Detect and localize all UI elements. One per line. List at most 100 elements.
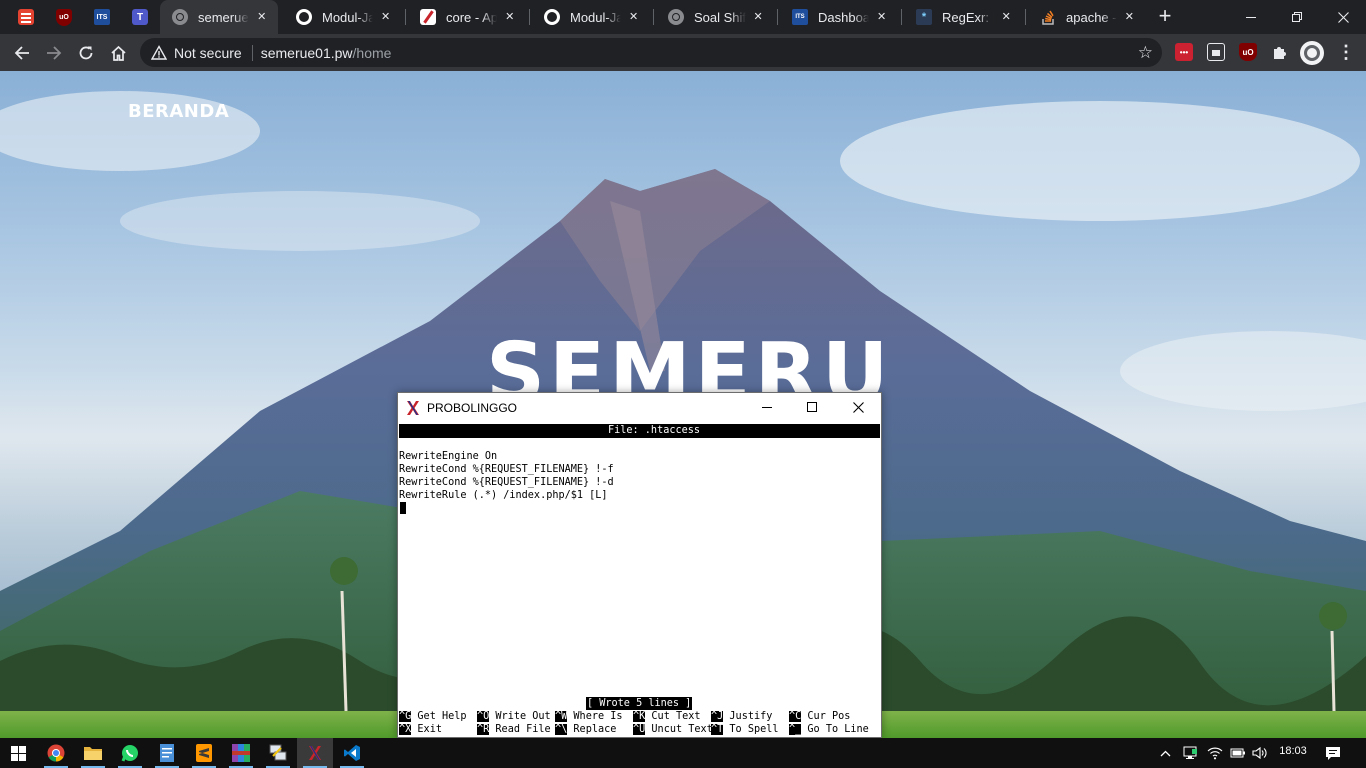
taskbar-file-explorer[interactable] xyxy=(75,738,111,768)
address-bar[interactable]: Not secure semerue01.pw/home ☆ xyxy=(140,38,1162,67)
start-button[interactable] xyxy=(0,738,36,768)
window-minimize-button[interactable] xyxy=(1228,0,1274,34)
apache-feather-icon xyxy=(420,9,436,25)
tab-close-icon[interactable]: ✕ xyxy=(875,9,888,25)
nav-item-beranda[interactable]: BERANDA xyxy=(128,101,229,122)
file-line-3: RewriteCond %{REQUEST_FILENAME} !-f xyxy=(399,464,614,475)
tab-close-icon[interactable]: ✕ xyxy=(627,9,640,25)
tab-separator xyxy=(901,9,902,25)
taskbar-clock[interactable]: 18:03 xyxy=(1272,745,1314,757)
terminal-titlebar[interactable]: PROBOLINGGO xyxy=(398,393,881,422)
globe-icon xyxy=(668,9,684,25)
sublime-icon xyxy=(196,744,212,762)
home-icon xyxy=(110,45,126,61)
pinned-tab-todoist[interactable] xyxy=(14,5,38,29)
home-button[interactable] xyxy=(104,39,132,67)
puzzle-icon[interactable] xyxy=(1271,43,1289,61)
shortcut-justify: ^J Justify xyxy=(711,711,773,722)
tray-overflow-chevron-icon[interactable] xyxy=(1156,738,1174,768)
close-icon xyxy=(852,401,864,413)
window-close-button[interactable] xyxy=(1320,0,1366,34)
pinned-tab-teams[interactable]: T xyxy=(128,5,152,29)
file-line-4: RewriteCond %{REQUEST_FILENAME} !-d xyxy=(399,477,614,488)
tab-title: Modul-Jark xyxy=(570,9,622,25)
reload-button[interactable] xyxy=(72,39,100,67)
tab-close-icon[interactable]: ✕ xyxy=(379,9,392,25)
taskbar-notepad[interactable] xyxy=(149,738,185,768)
back-button[interactable] xyxy=(8,39,36,67)
xming-icon xyxy=(309,746,321,760)
text-cursor xyxy=(400,502,406,514)
shortcut-get-help: ^G Get Help xyxy=(399,711,467,722)
browser-tab[interactable]: semerue01 ✕ xyxy=(160,0,278,34)
tab-title: Modul-Jark xyxy=(322,9,374,25)
tab-title: apache - h xyxy=(1066,9,1117,25)
forward-button[interactable] xyxy=(40,39,68,67)
tab-close-icon[interactable]: ✕ xyxy=(1123,9,1136,25)
nano-status-message: [ Wrote 5 lines ] xyxy=(586,697,693,710)
browser-tab[interactable]: Modul-Jark ✕ xyxy=(284,0,402,34)
profile-avatar[interactable] xyxy=(1300,41,1324,65)
tab-title: Soal Shift M xyxy=(694,9,747,25)
volume-icon[interactable] xyxy=(1250,738,1270,768)
bookmark-star-icon[interactable]: ☆ xyxy=(1138,43,1153,63)
tab-title: RegExr: Lea xyxy=(942,9,994,25)
pinned-tab-its[interactable]: ITS xyxy=(90,5,114,29)
taskbar-chrome[interactable] xyxy=(38,738,74,768)
action-center-icon[interactable] xyxy=(1320,738,1346,768)
tab-strip: uO ITS T semerue01✕Modul-Jark✕core - Apa… xyxy=(0,0,1366,34)
maximize-icon xyxy=(807,402,817,412)
taskbar-vscode[interactable] xyxy=(334,738,370,768)
tab-separator xyxy=(1025,9,1026,25)
xming-icon xyxy=(407,400,419,415)
regexr-icon: * xyxy=(916,9,932,25)
its-icon: ITS xyxy=(94,9,110,25)
warning-icon[interactable] xyxy=(151,44,167,61)
taskbar-winrar[interactable] xyxy=(223,738,259,768)
taskbar-putty[interactable] xyxy=(260,738,296,768)
taskbar-whatsapp[interactable] xyxy=(112,738,148,768)
shortcut-uncut-text: ^U Uncut Text xyxy=(633,724,713,735)
tab-manager-icon[interactable] xyxy=(1207,43,1225,61)
tab-separator xyxy=(529,9,530,25)
browser-tab[interactable]: Soal Shift M ✕ xyxy=(656,0,774,34)
file-explorer-icon xyxy=(84,747,102,760)
notepad-icon xyxy=(160,744,174,762)
vscode-icon xyxy=(344,745,360,761)
terminal-minimize-button[interactable] xyxy=(744,393,790,421)
taskbar-sublime[interactable] xyxy=(186,738,222,768)
tray-network-device-icon[interactable] xyxy=(1180,738,1200,768)
ublock-extension-icon[interactable]: uO xyxy=(1239,43,1257,61)
tab-separator xyxy=(405,9,406,25)
tab-close-icon[interactable]: ✕ xyxy=(503,9,516,25)
file-line-2: RewriteEngine On xyxy=(399,451,498,462)
url-host: semerue01.pw xyxy=(260,44,353,61)
browser-menu-button[interactable]: ⋮ xyxy=(1336,42,1356,64)
taskbar-xming[interactable] xyxy=(297,738,333,768)
shortcut-read-file: ^R Read File xyxy=(477,724,551,735)
lastpass-icon[interactable]: ••• xyxy=(1175,43,1193,61)
browser-tab[interactable]: apache - h ✕ xyxy=(1028,0,1146,34)
terminal-maximize-button[interactable] xyxy=(789,393,835,421)
battery-icon[interactable] xyxy=(1228,738,1248,768)
its-icon: ITS xyxy=(792,9,808,25)
tab-separator xyxy=(777,9,778,25)
nano-editor[interactable]: GNU nano 2.7.4 File: .htaccess RewriteEn… xyxy=(399,423,880,737)
browser-tab[interactable]: core - Apac ✕ xyxy=(408,0,526,34)
close-icon xyxy=(1337,11,1349,23)
file-line-5: RewriteRule (.*) /index.php/$1 [L] xyxy=(399,490,608,501)
browser-tab[interactable]: ITS Dashboard ✕ xyxy=(780,0,898,34)
pinned-tab-ublock[interactable]: uO xyxy=(52,5,76,29)
browser-tab[interactable]: Modul-Jark ✕ xyxy=(532,0,650,34)
terminal-close-button[interactable] xyxy=(835,393,881,421)
windows-logo-icon xyxy=(10,745,26,761)
tab-close-icon[interactable]: ✕ xyxy=(255,9,268,25)
wifi-icon[interactable] xyxy=(1205,738,1225,768)
nano-header: GNU nano 2.7.4 File: .htaccess xyxy=(399,424,880,450)
security-label[interactable]: Not secure xyxy=(174,45,242,61)
new-tab-button[interactable]: + xyxy=(1153,5,1177,29)
tab-close-icon[interactable]: ✕ xyxy=(752,9,764,25)
window-restore-button[interactable] xyxy=(1274,0,1320,34)
tab-close-icon[interactable]: ✕ xyxy=(1000,9,1012,25)
browser-tab[interactable]: * RegExr: Lea ✕ xyxy=(904,0,1022,34)
